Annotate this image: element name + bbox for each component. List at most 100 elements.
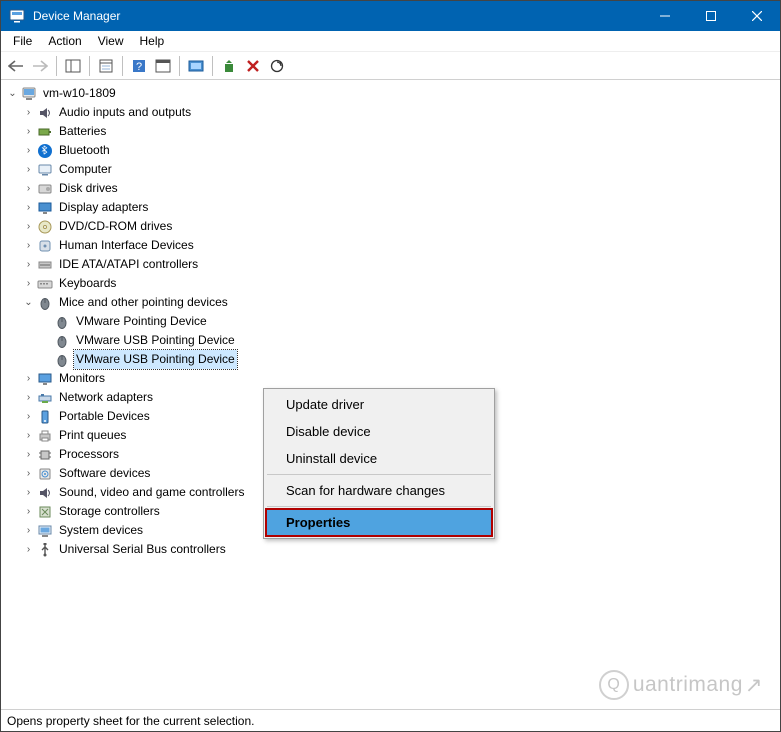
monitor-icon xyxy=(36,371,54,387)
maximize-button[interactable] xyxy=(688,1,734,31)
hid-icon xyxy=(36,238,54,254)
scan-hardware-button[interactable] xyxy=(266,55,288,77)
show-hidden-button[interactable] xyxy=(185,55,207,77)
category-label: System devices xyxy=(57,521,145,540)
context-menu-item[interactable]: Scan for hardware changes xyxy=(266,477,492,504)
category-label: Portable Devices xyxy=(57,407,152,426)
context-menu-item[interactable]: Disable device xyxy=(266,418,492,445)
tree-category[interactable]: ›Human Interface Devices xyxy=(3,236,778,255)
app-icon xyxy=(9,8,25,24)
expand-icon[interactable]: › xyxy=(21,162,36,177)
system-icon xyxy=(36,523,54,539)
usb-icon xyxy=(36,542,54,558)
tree-device[interactable]: VMware USB Pointing Device xyxy=(3,331,778,350)
root-label: vm-w10-1809 xyxy=(41,84,118,103)
expand-icon[interactable]: › xyxy=(21,371,36,386)
status-bar: Opens property sheet for the current sel… xyxy=(1,709,780,731)
menu-file[interactable]: File xyxy=(5,32,40,50)
category-label: Universal Serial Bus controllers xyxy=(57,540,228,559)
help-button[interactable]: ? xyxy=(128,55,150,77)
collapse-icon[interactable]: ⌄ xyxy=(21,295,36,310)
action-window-button[interactable] xyxy=(152,55,174,77)
expand-icon[interactable]: › xyxy=(21,466,36,481)
mouse-icon xyxy=(53,333,71,349)
tree-root[interactable]: ⌄ vm-w10-1809 xyxy=(3,84,778,103)
category-label: Sound, video and game controllers xyxy=(57,483,246,502)
minimize-button[interactable] xyxy=(642,1,688,31)
tree-category[interactable]: › Keyboards xyxy=(3,274,778,293)
forward-button[interactable] xyxy=(29,55,51,77)
toolbar-separator xyxy=(122,56,123,76)
disk-icon xyxy=(36,181,54,197)
tree-category[interactable]: › IDE ATA/ATAPI controllers xyxy=(3,255,778,274)
toolbar-separator xyxy=(179,56,180,76)
computer-icon xyxy=(20,86,38,102)
toolbar: ? xyxy=(1,52,780,80)
back-button[interactable] xyxy=(5,55,27,77)
category-label: Bluetooth xyxy=(57,141,112,160)
toolbar-separator xyxy=(212,56,213,76)
expand-icon[interactable]: › xyxy=(21,447,36,462)
menu-bar: File Action View Help xyxy=(1,31,780,52)
tree-category[interactable]: ⌄ Mice and other pointing devices xyxy=(3,293,778,312)
expand-icon[interactable]: › xyxy=(21,523,36,538)
tree-category[interactable]: ›Computer xyxy=(3,160,778,179)
expand-icon[interactable]: › xyxy=(21,276,36,291)
tree-category[interactable]: ›Monitors xyxy=(3,369,778,388)
context-menu: Update driverDisable deviceUninstall dev… xyxy=(263,388,495,539)
expand-icon[interactable]: › xyxy=(21,390,36,405)
category-label: IDE ATA/ATAPI controllers xyxy=(57,255,200,274)
tree-category[interactable]: › DVD/CD-ROM drives xyxy=(3,217,778,236)
context-menu-item[interactable]: Properties xyxy=(266,509,492,536)
bluetooth-icon xyxy=(36,143,54,159)
tree-device[interactable]: VMware USB Pointing Device xyxy=(3,350,778,369)
tree-category[interactable]: › Bluetooth xyxy=(3,141,778,160)
category-label: Processors xyxy=(57,445,121,464)
tree-device[interactable]: VMware Pointing Device xyxy=(3,312,778,331)
collapse-icon[interactable]: ⌄ xyxy=(5,86,20,101)
expand-icon[interactable]: › xyxy=(21,257,36,272)
tree-category[interactable]: › Universal Serial Bus controllers xyxy=(3,540,778,559)
tree-category[interactable]: ›Disk drives xyxy=(3,179,778,198)
expand-icon[interactable]: › xyxy=(21,181,36,196)
expand-icon[interactable]: › xyxy=(21,504,36,519)
category-label: Keyboards xyxy=(57,274,118,293)
watermark: Quantrimang↗ xyxy=(599,670,763,700)
category-label: Display adapters xyxy=(57,198,150,217)
category-label: DVD/CD-ROM drives xyxy=(57,217,174,236)
tree-category[interactable]: › Audio inputs and outputs xyxy=(3,103,778,122)
menu-view[interactable]: View xyxy=(90,32,132,50)
expand-icon[interactable]: › xyxy=(21,542,36,557)
battery-icon xyxy=(36,124,54,140)
expand-icon[interactable]: › xyxy=(21,143,36,158)
properties-button[interactable] xyxy=(95,55,117,77)
computer-icon xyxy=(36,162,54,178)
tree-category[interactable]: › Batteries xyxy=(3,122,778,141)
uninstall-button[interactable] xyxy=(242,55,264,77)
category-label: Audio inputs and outputs xyxy=(57,103,193,122)
context-menu-item[interactable]: Update driver xyxy=(266,391,492,418)
context-menu-item[interactable]: Uninstall device xyxy=(266,445,492,472)
show-hide-tree-button[interactable] xyxy=(62,55,84,77)
tree-category[interactable]: › Display adapters xyxy=(3,198,778,217)
expand-icon[interactable]: › xyxy=(21,105,36,120)
expand-icon[interactable]: › xyxy=(21,200,36,215)
close-button[interactable] xyxy=(734,1,780,31)
keyboard-icon xyxy=(36,276,54,292)
expand-icon[interactable]: › xyxy=(21,485,36,500)
expand-icon[interactable]: › xyxy=(21,238,36,253)
expand-icon[interactable]: › xyxy=(21,124,36,139)
expand-icon[interactable]: › xyxy=(21,219,36,234)
update-driver-button[interactable] xyxy=(218,55,240,77)
category-label: Mice and other pointing devices xyxy=(57,293,230,312)
ide-icon xyxy=(36,257,54,273)
mouse-icon xyxy=(36,295,54,311)
menu-action[interactable]: Action xyxy=(40,32,89,50)
window-title: Device Manager xyxy=(33,9,642,23)
menu-help[interactable]: Help xyxy=(132,32,173,50)
watermark-q-icon: Q xyxy=(599,670,629,700)
expand-icon[interactable]: › xyxy=(21,409,36,424)
expand-icon[interactable]: › xyxy=(21,428,36,443)
category-label: Software devices xyxy=(57,464,152,483)
category-label: Batteries xyxy=(57,122,108,141)
